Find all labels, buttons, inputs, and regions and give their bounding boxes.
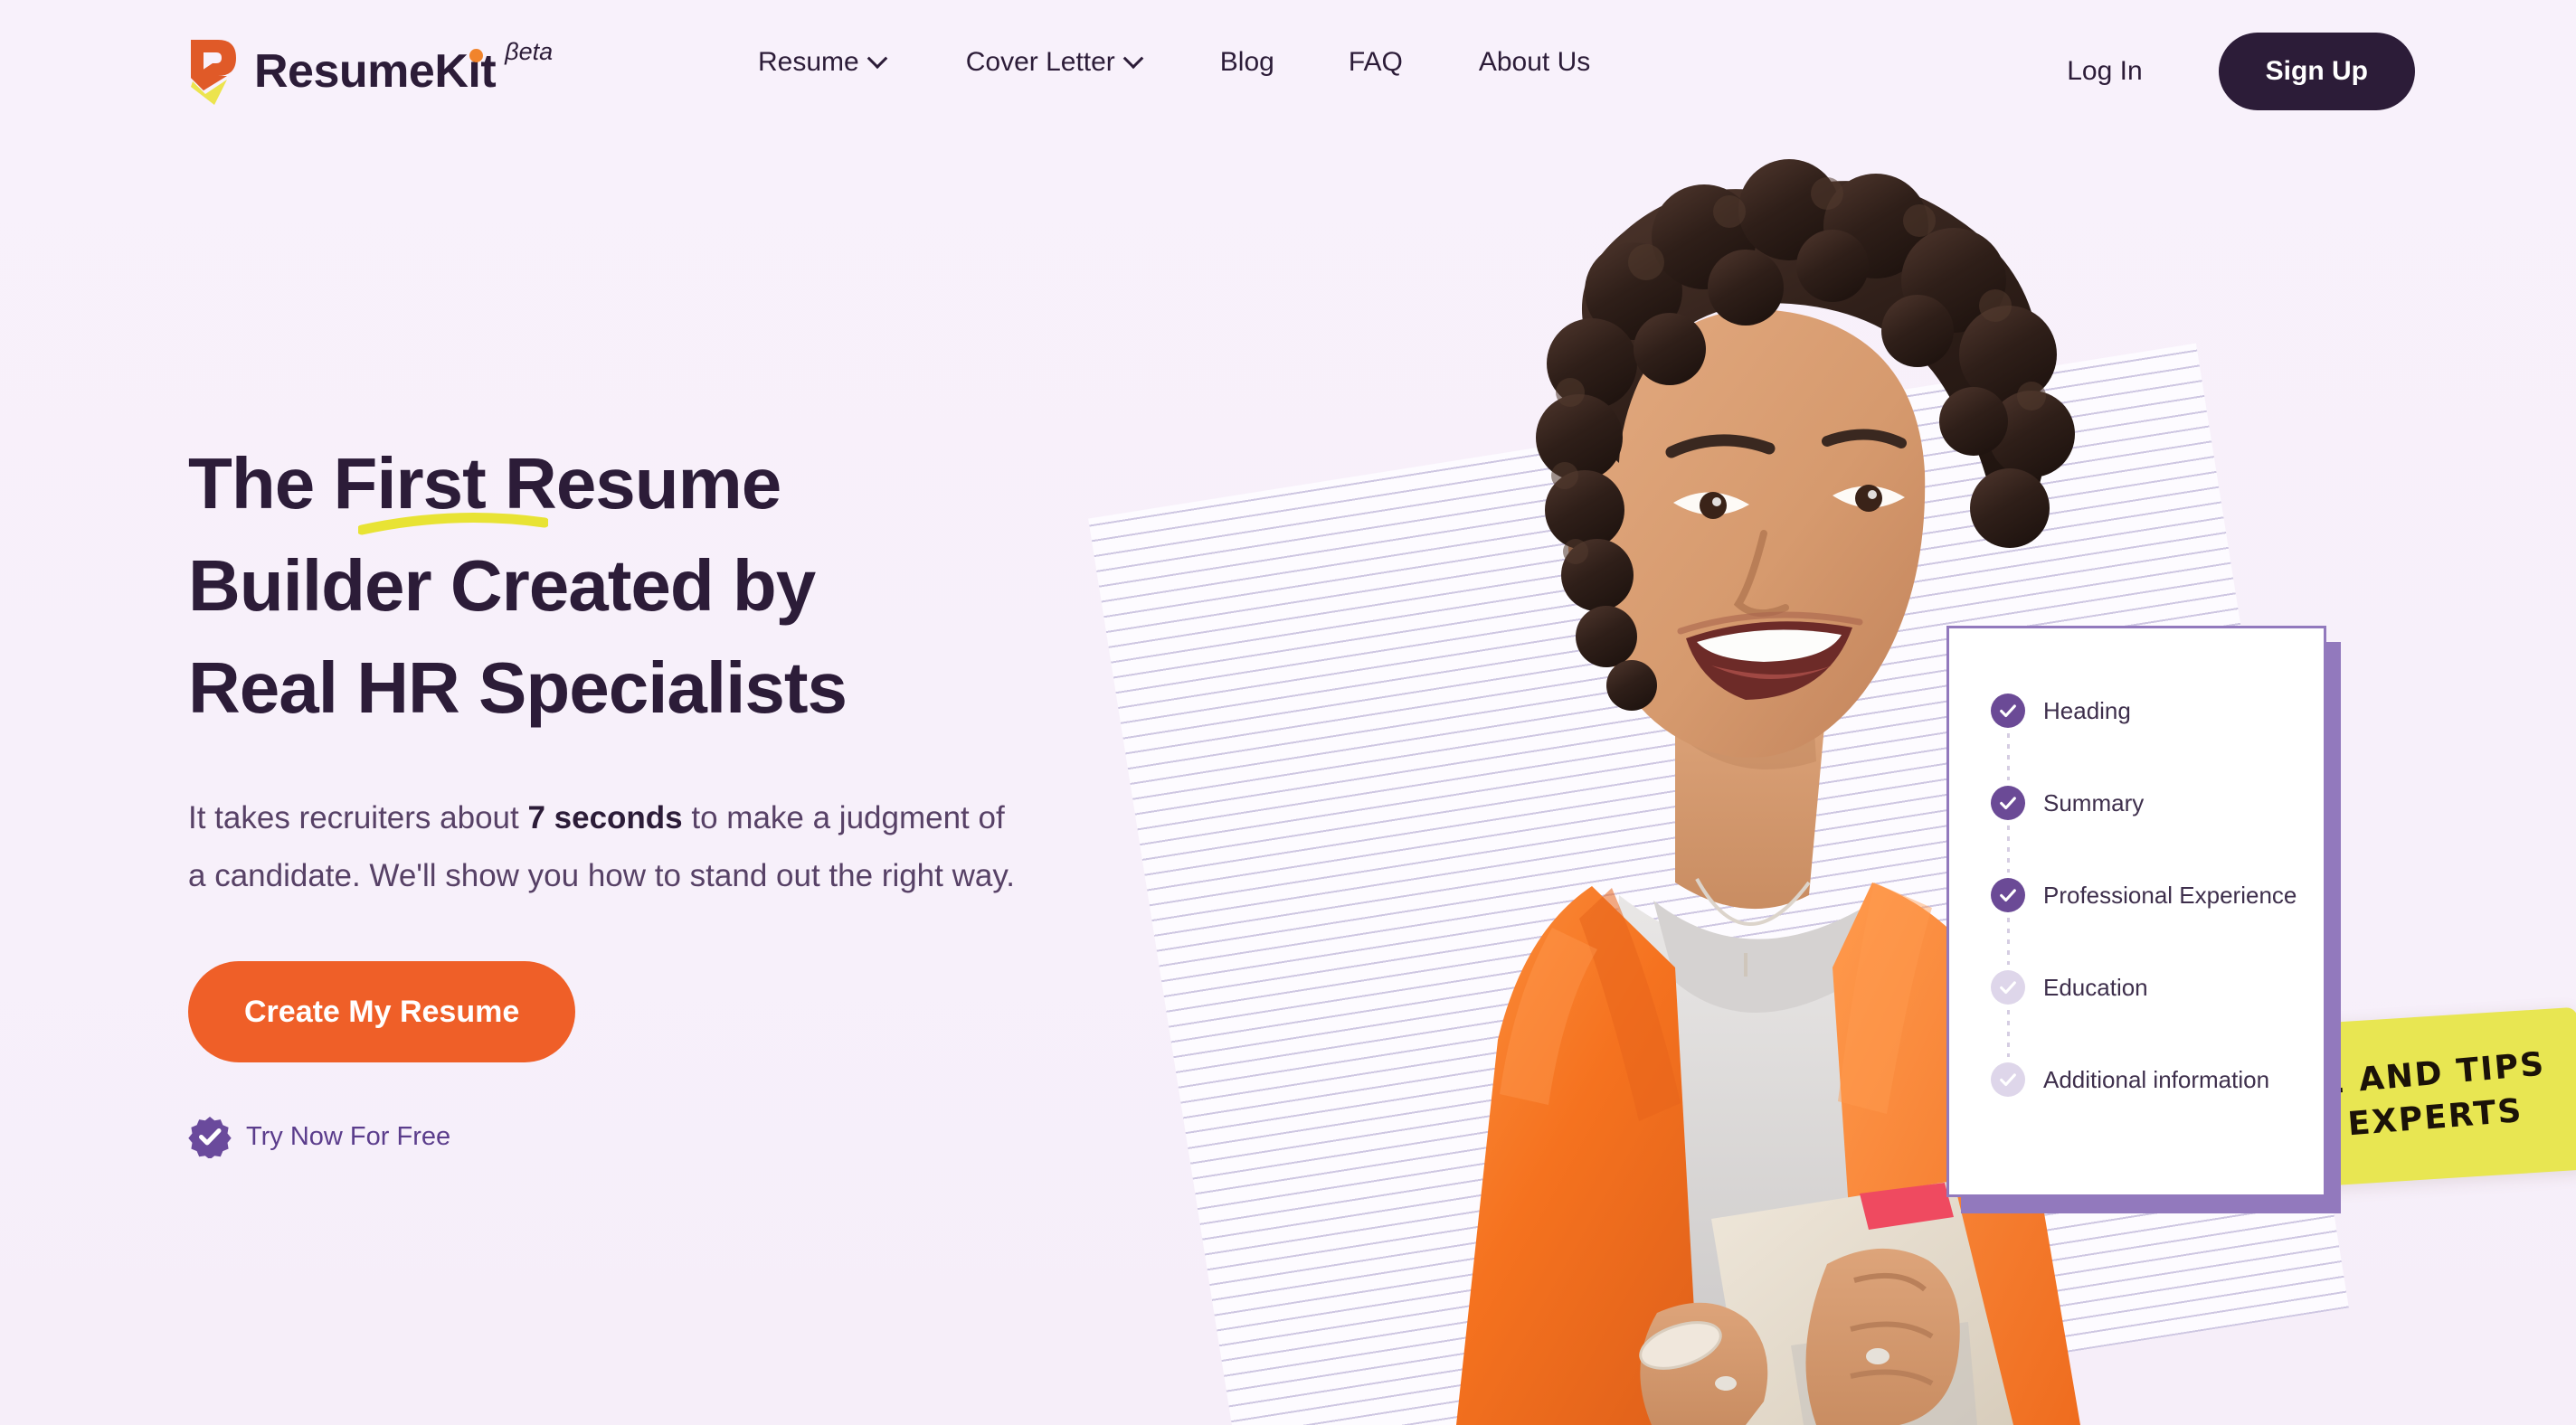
nav-item-cover-letter[interactable]: Cover Letter bbox=[965, 47, 1144, 78]
nav-item-label: Blog bbox=[1219, 47, 1274, 77]
check-circle-icon bbox=[1991, 970, 2025, 1005]
nav-item-faq[interactable]: FAQ bbox=[1349, 47, 1403, 78]
create-my-resume-button[interactable]: Create My Resume bbox=[188, 961, 576, 1062]
hero-heading-line-1-text: The First Resume bbox=[188, 443, 781, 524]
checklist-item-heading[interactable]: Heading bbox=[1991, 688, 2324, 733]
free-trial-row[interactable]: Try Now For Free bbox=[188, 1115, 1201, 1160]
check-circle-icon bbox=[1991, 786, 2025, 820]
checklist-item-additional-information[interactable]: Additional information bbox=[1991, 1057, 2324, 1102]
checklist-connector bbox=[1991, 918, 2025, 965]
checklist-item-label: Heading bbox=[2043, 696, 2131, 724]
site-header: ResumeKit βeta Resume Cover Letter Blog … bbox=[0, 0, 2576, 154]
brand-name: ResumeKit bbox=[254, 34, 497, 109]
nav-item-about-us[interactable]: About Us bbox=[1479, 47, 1590, 78]
brand-logo[interactable]: ResumeKit βeta bbox=[185, 34, 553, 109]
signup-button[interactable]: Sign Up bbox=[2218, 33, 2415, 110]
checklist-connector bbox=[1991, 826, 2025, 873]
nav-item-resume[interactable]: Resume bbox=[758, 47, 888, 78]
checklist-item-label: Additional information bbox=[2043, 1065, 2270, 1093]
check-circle-icon bbox=[1991, 1062, 2025, 1097]
nav-item-blog[interactable]: Blog bbox=[1220, 47, 1274, 78]
login-link[interactable]: Log In bbox=[2067, 56, 2142, 87]
hero-content: The First Resume Builder Created by Real… bbox=[188, 432, 1201, 1160]
check-circle-icon bbox=[1991, 878, 2025, 912]
checklist-connector bbox=[1991, 733, 2025, 780]
checklist-item-label: Professional Experience bbox=[2043, 881, 2297, 909]
hero-heading-line-3: Real HR Specialists bbox=[188, 647, 848, 728]
resumekit-logo-mark-icon bbox=[185, 34, 242, 109]
checklist-connector bbox=[1991, 1010, 2025, 1057]
checklist-item-summary[interactable]: Summary bbox=[1991, 780, 2324, 826]
hero-heading-line-1: The First Resume bbox=[188, 432, 1201, 535]
checklist-item-professional-experience[interactable]: Professional Experience bbox=[1991, 873, 2324, 918]
checklist-card: Heading Summary Professional Experience … bbox=[1946, 626, 2326, 1197]
checklist-item-label: Summary bbox=[2043, 788, 2145, 816]
hero-subtitle: It takes recruiters about 7 seconds to m… bbox=[188, 789, 1020, 905]
brand-name-text: ResumeKit bbox=[254, 45, 497, 98]
chevron-down-icon bbox=[867, 48, 888, 70]
hero-artwork: ADVICE AND TIPS FROM EXPERTS bbox=[1049, 0, 2576, 1425]
nav-item-label: FAQ bbox=[1348, 47, 1403, 77]
checklist: Heading Summary Professional Experience … bbox=[1949, 672, 2324, 1102]
hero-heading-line-2: Builder Created by bbox=[188, 545, 816, 626]
chevron-down-icon bbox=[1122, 48, 1144, 70]
main-navigation: Resume Cover Letter Blog FAQ About Us bbox=[758, 47, 1590, 78]
check-circle-icon bbox=[1991, 694, 2025, 728]
verified-badge-icon bbox=[188, 1115, 232, 1160]
checklist-item-label: Education bbox=[2043, 973, 2148, 1001]
free-trial-label: Try Now For Free bbox=[246, 1121, 451, 1151]
hero-subtitle-part-1: It takes recruiters about bbox=[188, 800, 528, 835]
nav-item-label: About Us bbox=[1478, 47, 1591, 77]
auth-actions: Log In Sign Up bbox=[2067, 33, 2415, 110]
hero-subtitle-highlight: 7 seconds bbox=[527, 800, 683, 835]
nav-item-label: Cover Letter bbox=[965, 47, 1115, 77]
beta-tag: βeta bbox=[505, 38, 554, 65]
hero-heading: The First Resume Builder Created by Real… bbox=[188, 432, 1201, 739]
nav-item-label: Resume bbox=[758, 47, 859, 77]
checklist-item-education[interactable]: Education bbox=[1991, 965, 2324, 1010]
